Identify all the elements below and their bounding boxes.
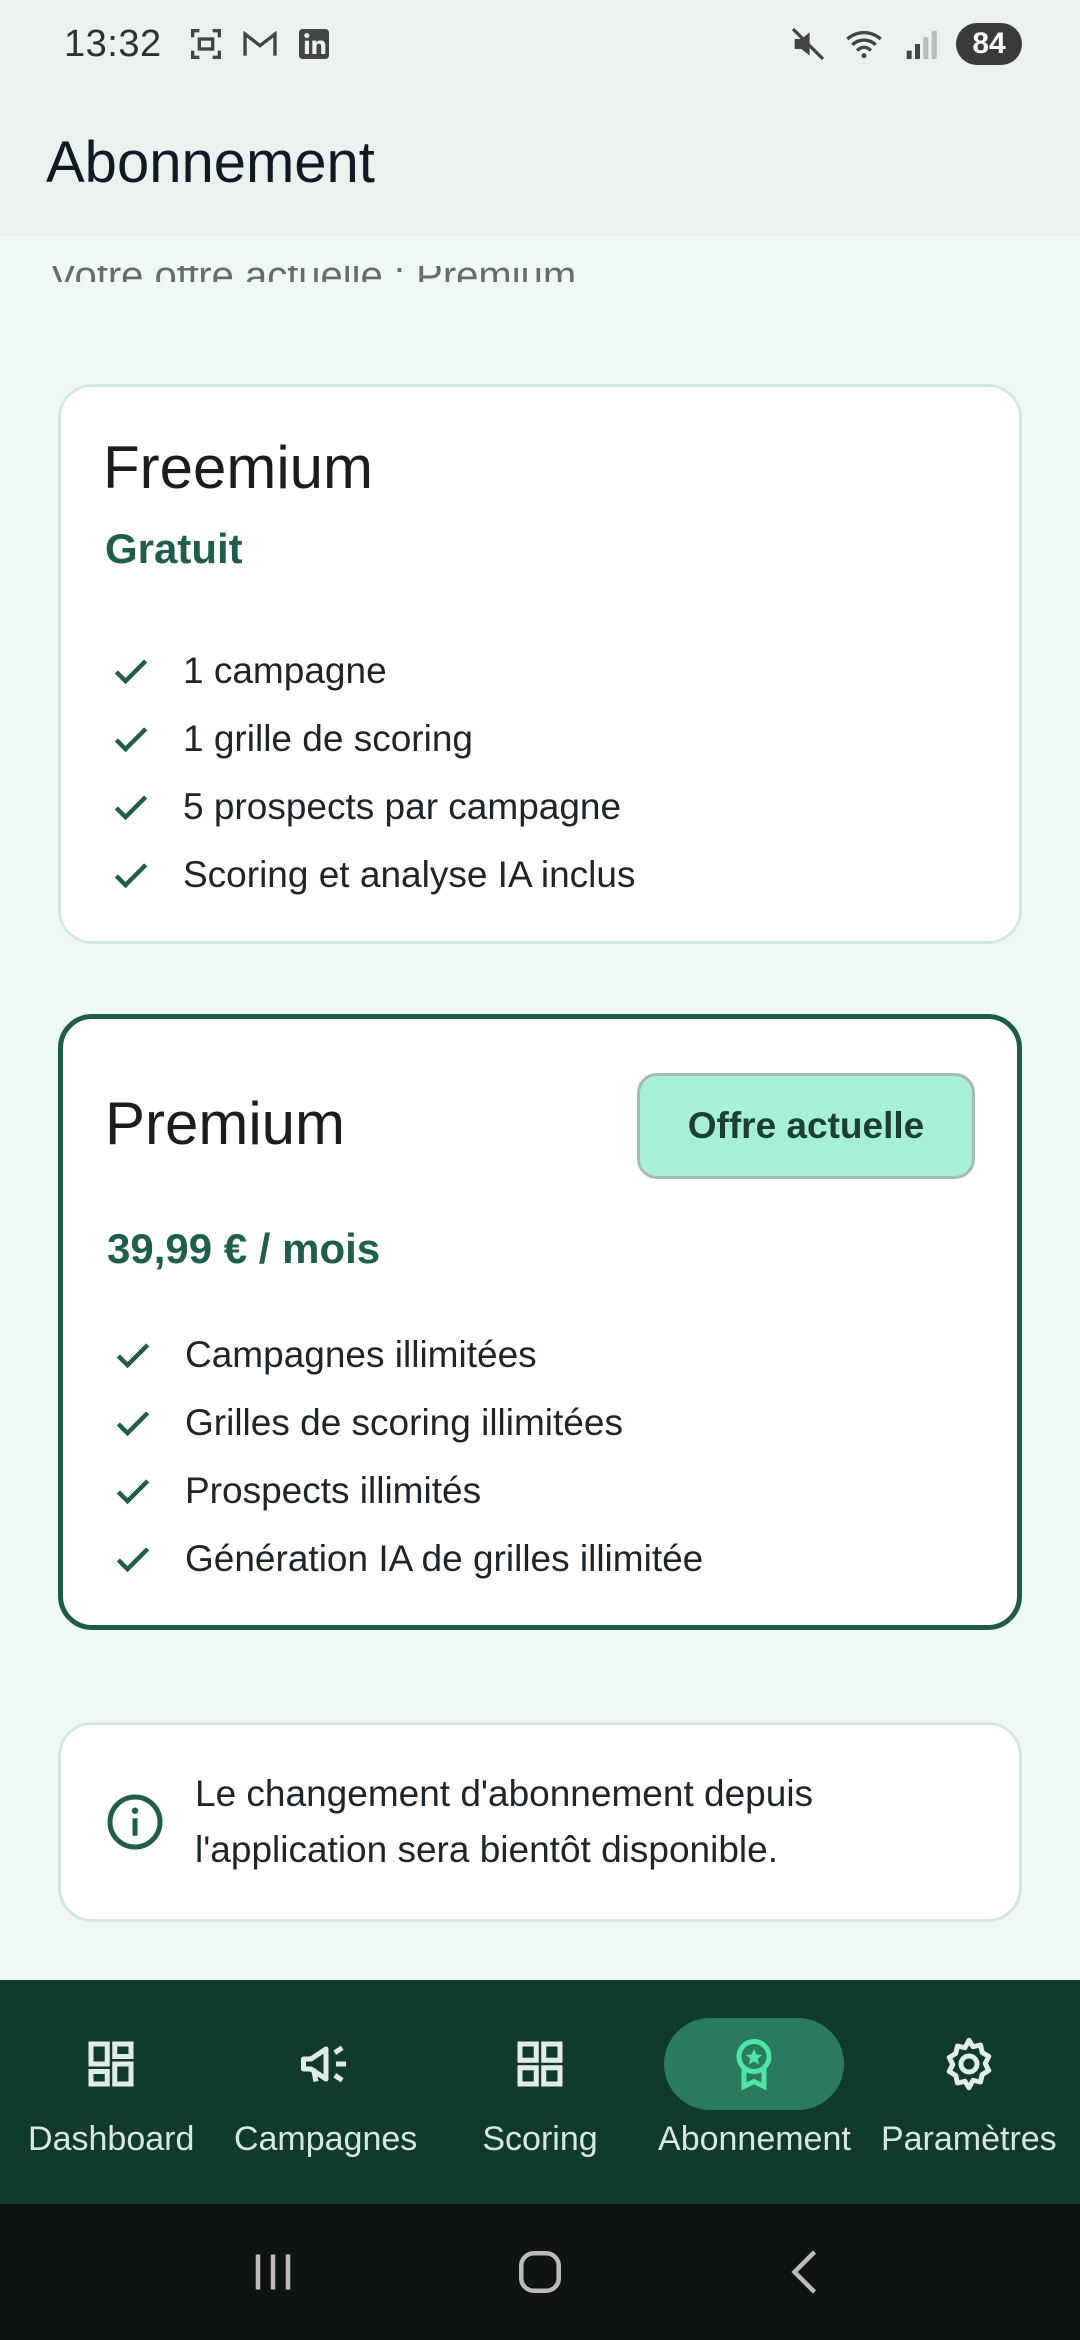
- check-icon: [114, 795, 148, 821]
- app-bar: Abonnement: [0, 88, 1080, 236]
- back-icon[interactable]: [777, 2242, 837, 2302]
- feature-list: Campagnes illimitées Grilles de scoring …: [111, 1321, 703, 1593]
- plan-name: Premium: [105, 1090, 346, 1157]
- nav-label: Paramètres: [880, 2120, 1057, 2158]
- check-icon: [116, 1411, 150, 1437]
- recent-apps-icon[interactable]: [243, 2242, 303, 2302]
- feature-item: 5 prospects par campagne: [109, 773, 635, 841]
- check-icon: [114, 659, 148, 685]
- feature-item: 1 campagne: [109, 637, 635, 705]
- nav-item-campagnes[interactable]: Campagnes: [218, 1980, 432, 2204]
- check-icon: [114, 727, 148, 753]
- home-icon[interactable]: [510, 2242, 570, 2302]
- feature-item: 1 grille de scoring: [109, 705, 635, 773]
- page-title: Abonnement: [46, 129, 375, 195]
- info-icon: [107, 1794, 163, 1850]
- feature-label: 5 prospects par campagne: [183, 786, 622, 827]
- info-card: Le changement d'abonnement depuis l'appl…: [58, 1722, 1022, 1922]
- feature-label: Grilles de scoring illimitées: [185, 1402, 623, 1443]
- plan-price: Gratuit: [105, 525, 243, 572]
- feature-label: Campagnes illimitées: [185, 1334, 537, 1375]
- feature-item: Génération IA de grilles illimitée: [111, 1525, 703, 1593]
- status-time: 13:32: [64, 22, 162, 65]
- feature-label: Génération IA de grilles illimitée: [185, 1538, 704, 1579]
- screenshot-icon: [190, 29, 221, 59]
- feature-label: 1 campagne: [183, 650, 387, 691]
- check-icon: [116, 1547, 150, 1573]
- mute-icon: [791, 27, 825, 61]
- nav-label: Campagnes: [233, 2120, 418, 2158]
- nav-item-abonnement[interactable]: Abonnement: [647, 1980, 861, 2204]
- feature-item: Campagnes illimitées: [111, 1321, 703, 1389]
- freemium-plan-card: Freemium Gratuit 1 campagne 1 grille de …: [58, 384, 1022, 944]
- linkedin-icon: [298, 29, 329, 59]
- feature-label: Scoring et analyse IA inclus: [183, 854, 636, 895]
- megaphone-icon: [300, 2045, 346, 2083]
- grid-icon: [517, 2041, 563, 2087]
- nav-label: Scoring: [482, 2120, 598, 2158]
- nav-label: Dashboard: [28, 2120, 195, 2158]
- feature-list: 1 campagne 1 grille de scoring 5 prospec…: [109, 637, 635, 909]
- feature-label: 1 grille de scoring: [183, 718, 473, 759]
- signal-icon: [906, 30, 937, 59]
- battery-level: 84: [956, 23, 1022, 65]
- nav-item-parametres[interactable]: Paramètres: [862, 1980, 1076, 2204]
- nav-item-scoring[interactable]: Scoring: [433, 1980, 647, 2204]
- check-icon: [116, 1343, 150, 1369]
- award-icon: [736, 2039, 772, 2091]
- status-bar: 13:32 84: [0, 0, 1080, 88]
- system-status-icons: 84: [788, 23, 1022, 65]
- current-plan-text: Votre offre actuelle : Premium: [50, 266, 576, 282]
- notification-icons: [186, 24, 334, 64]
- feature-label: Prospects illimités: [185, 1470, 482, 1511]
- plan-name: Freemium: [103, 434, 374, 501]
- plan-price: 39,99 € / mois: [107, 1225, 381, 1272]
- info-message: Le changement d'abonnement depuis l'appl…: [195, 1773, 814, 1870]
- current-plan-badge: Offre actuelle: [637, 1073, 975, 1179]
- gmail-icon: [242, 30, 277, 56]
- system-navigation-bar: [0, 2204, 1080, 2340]
- feature-item: Prospects illimités: [111, 1457, 703, 1525]
- feature-item: Grilles de scoring illimitées: [111, 1389, 703, 1457]
- bottom-navigation: Dashboard Campagnes Scoring Abonnement P…: [0, 1980, 1080, 2204]
- feature-item: Scoring et analyse IA inclus: [109, 841, 635, 909]
- dashboard-icon: [88, 2041, 134, 2087]
- nav-item-dashboard[interactable]: Dashboard: [4, 1980, 218, 2204]
- subscription-content[interactable]: Votre offre actuelle : Premium Freemium …: [0, 236, 1080, 1980]
- check-icon: [116, 1479, 150, 1505]
- check-icon: [114, 863, 148, 889]
- wifi-icon: [846, 31, 882, 59]
- gear-icon: [946, 2037, 992, 2091]
- nav-label: Abonnement: [658, 2120, 851, 2158]
- premium-plan-card: Premium Offre actuelle 39,99 € / mois Ca…: [58, 1014, 1022, 1630]
